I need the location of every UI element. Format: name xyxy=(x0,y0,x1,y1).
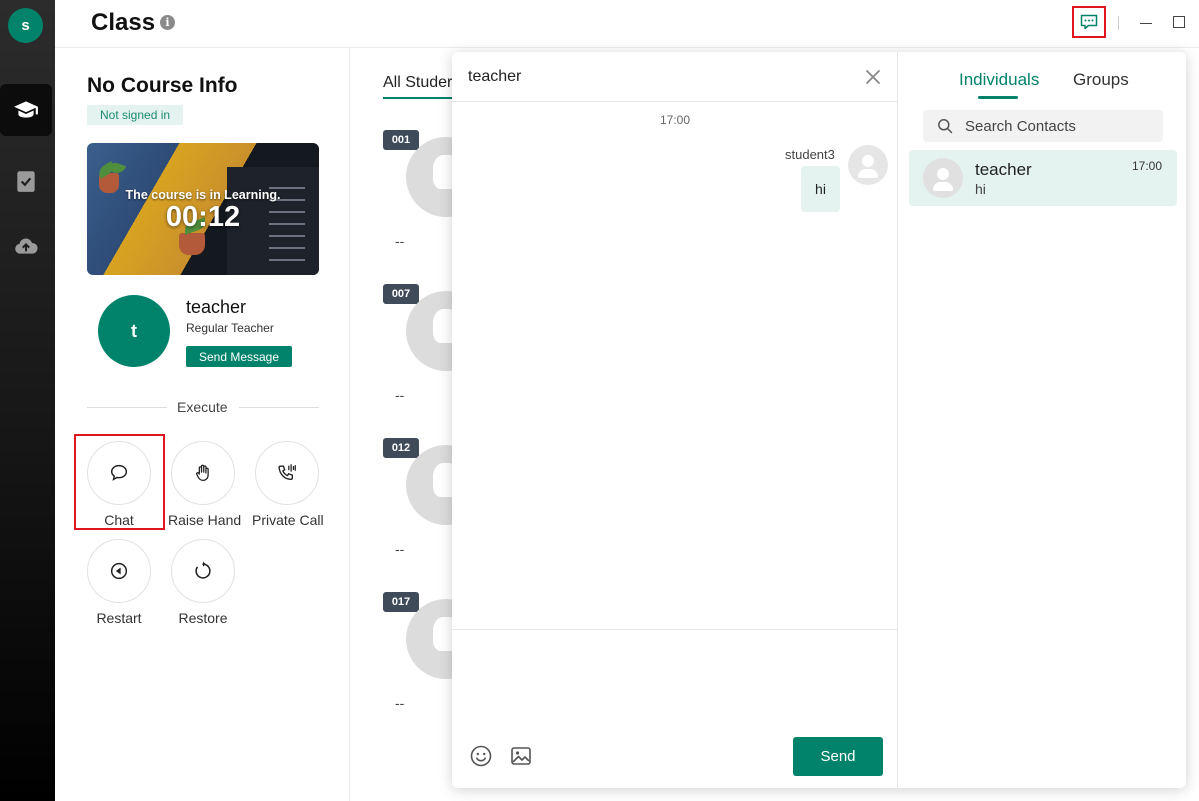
highlight-box xyxy=(74,434,165,530)
course-video-thumbnail[interactable]: The course is in Learning. 00:12 xyxy=(87,143,319,275)
tab-all-students[interactable]: All Studer xyxy=(383,74,452,92)
tab-individuals[interactable]: Individuals xyxy=(959,70,1039,90)
execute-section-label: Execute xyxy=(177,399,228,415)
conversation-title: teacher xyxy=(468,68,522,85)
chat-message-icon xyxy=(1080,14,1098,30)
restart-button[interactable] xyxy=(87,539,151,603)
sender-avatar xyxy=(848,145,888,185)
input-divider xyxy=(452,629,898,630)
refresh-icon xyxy=(195,561,211,579)
divider xyxy=(87,407,167,408)
teacher-name: teacher xyxy=(186,297,247,317)
top-bar: Class i xyxy=(55,0,1199,48)
restore-button[interactable] xyxy=(171,539,235,603)
left-rail: s xyxy=(0,0,55,801)
search-contacts-input[interactable] xyxy=(965,110,1155,142)
raise-hand-label: Raise Hand xyxy=(168,512,242,528)
chat-window: teacher 17:00 student3 hi Send Individua… xyxy=(452,52,1186,788)
restore-label: Restore xyxy=(178,610,228,626)
contacts-pane: Individuals Groups teacher hi 17:00 xyxy=(899,52,1186,788)
maximize-button[interactable] xyxy=(1173,16,1185,28)
send-button[interactable]: Send xyxy=(793,737,883,776)
course-panel: No Course Info Not signed in The course … xyxy=(55,48,350,801)
clipboard-check-icon xyxy=(17,171,35,192)
divider xyxy=(239,407,319,408)
private-call-button[interactable] xyxy=(255,441,319,505)
student-number: 007 xyxy=(383,284,419,304)
minimize-button[interactable] xyxy=(1140,14,1154,32)
restart-label: Restart xyxy=(96,610,142,626)
active-tab-indicator xyxy=(978,96,1018,99)
student-number: 017 xyxy=(383,592,419,612)
contact-item[interactable]: teacher hi 17:00 xyxy=(909,150,1177,206)
private-call-label: Private Call xyxy=(252,512,324,528)
graduation-cap-icon xyxy=(14,101,38,118)
message-timestamp: 17:00 xyxy=(659,113,691,127)
message-bubble: hi xyxy=(801,166,840,212)
close-icon[interactable] xyxy=(864,68,882,86)
contact-time: 17:00 xyxy=(1132,159,1163,173)
rewind-icon xyxy=(110,562,128,580)
active-tab-indicator xyxy=(383,97,453,99)
contact-name: teacher xyxy=(975,160,1032,179)
contact-search[interactable] xyxy=(923,110,1163,142)
student-number: 012 xyxy=(383,438,419,458)
student-name: -- xyxy=(395,233,405,249)
message-sender: student3 xyxy=(785,147,835,162)
info-icon[interactable]: i xyxy=(160,15,175,30)
raise-hand-button[interactable] xyxy=(171,441,235,505)
teacher-avatar: t xyxy=(98,295,170,367)
hand-icon xyxy=(196,464,209,481)
student-name: -- xyxy=(395,695,405,711)
emoji-icon[interactable] xyxy=(469,744,493,768)
cloud-upload-icon xyxy=(15,238,38,254)
course-title: No Course Info xyxy=(87,74,238,97)
student-name: -- xyxy=(395,387,405,403)
page-title: Class xyxy=(91,9,156,36)
student-name: -- xyxy=(395,541,405,557)
restore-action[interactable]: Restore xyxy=(168,539,238,626)
user-avatar[interactable]: s xyxy=(8,8,43,43)
contact-avatar xyxy=(923,158,963,198)
student-number: 001 xyxy=(383,130,419,150)
course-status-text: The course is in Learning. xyxy=(125,188,281,202)
plant-decoration xyxy=(179,233,205,255)
tasks-nav[interactable] xyxy=(0,155,52,207)
sign-in-status-badge: Not signed in xyxy=(87,105,184,125)
restart-action[interactable]: Restart xyxy=(84,539,154,626)
divider xyxy=(452,101,898,102)
course-timer: 00:12 xyxy=(165,201,241,233)
chat-toggle-button[interactable] xyxy=(1072,6,1106,38)
image-icon[interactable] xyxy=(509,744,533,768)
toolbar-divider xyxy=(1118,16,1119,30)
send-message-button[interactable]: Send Message xyxy=(186,346,292,367)
phone-call-icon xyxy=(278,464,296,481)
teacher-role: Regular Teacher xyxy=(186,321,274,335)
conversation-pane: teacher 17:00 student3 hi Send xyxy=(452,52,898,788)
contact-last-message: hi xyxy=(975,181,986,197)
private-call-action[interactable]: Private Call xyxy=(252,441,324,528)
class-nav[interactable] xyxy=(0,84,52,136)
raise-hand-action[interactable]: Raise Hand xyxy=(168,441,242,528)
search-icon xyxy=(938,119,953,134)
upload-nav[interactable] xyxy=(0,220,52,272)
tab-groups[interactable]: Groups xyxy=(1073,70,1129,90)
